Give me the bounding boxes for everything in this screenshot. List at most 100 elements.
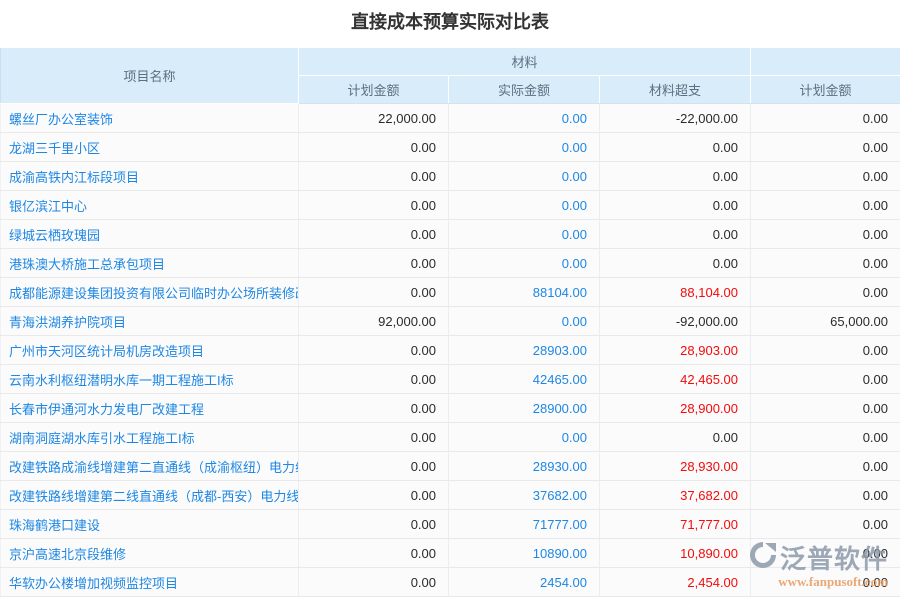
- plan-amount-cell: 0.00: [299, 162, 449, 191]
- project-name-link[interactable]: 长春市伊通河水力发电厂改建工程: [9, 402, 204, 417]
- project-name-link[interactable]: 成都能源建设集团投资有限公司临时办公场所装修改造: [9, 286, 299, 301]
- plan-amount-cell: 0.00: [299, 394, 449, 423]
- material-overspend-cell: 88,104.00: [600, 278, 751, 307]
- col-header-project-name: 项目名称: [1, 48, 299, 104]
- plan-amount-cell: 0.00: [299, 423, 449, 452]
- project-name-cell: 绿城云栖玫瑰园: [1, 220, 299, 249]
- project-name-link[interactable]: 青海洪湖养护院项目: [9, 315, 126, 330]
- project-name-link[interactable]: 改建铁路成渝线增建第二直通线（成渝枢纽）电力线: [9, 460, 299, 475]
- actual-amount-link[interactable]: 0.00: [449, 423, 600, 452]
- table-row: 龙湖三千里小区 0.00 0.00 0.00 0.00: [1, 133, 900, 162]
- material-overspend-cell: -22,000.00: [600, 104, 751, 133]
- plan-amount-2-cell: 0.00: [751, 278, 900, 307]
- material-overspend-cell: 28,903.00: [600, 336, 751, 365]
- actual-amount-link[interactable]: 71777.00: [449, 510, 600, 539]
- project-name-link[interactable]: 云南水利枢纽潜明水库一期工程施工I标: [9, 373, 234, 388]
- material-overspend-cell: 28,930.00: [600, 452, 751, 481]
- project-name-link[interactable]: 华软办公楼增加视频监控项目: [9, 576, 178, 591]
- project-name-cell: 珠海鹤港口建设: [1, 510, 299, 539]
- project-name-cell: 龙湖三千里小区: [1, 133, 299, 162]
- actual-amount-link[interactable]: 0.00: [449, 133, 600, 162]
- table-row: 绿城云栖玫瑰园 0.00 0.00 0.00 0.00: [1, 220, 900, 249]
- project-name-cell: 云南水利枢纽潜明水库一期工程施工I标: [1, 365, 299, 394]
- project-name-link[interactable]: 港珠澳大桥施工总承包项目: [9, 257, 165, 272]
- plan-amount-cell: 0.00: [299, 365, 449, 394]
- material-overspend-cell: 42,465.00: [600, 365, 751, 394]
- actual-amount-link[interactable]: 0.00: [449, 191, 600, 220]
- project-name-link[interactable]: 螺丝厂办公室装饰: [9, 112, 113, 127]
- actual-amount-link[interactable]: 10890.00: [449, 539, 600, 568]
- actual-amount-link[interactable]: 28900.00: [449, 394, 600, 423]
- material-overspend-cell: 0.00: [600, 162, 751, 191]
- table-row: 湖南洞庭湖水库引水工程施工I标 0.00 0.00 0.00 0.00: [1, 423, 900, 452]
- plan-amount-2-cell: 0.00: [751, 568, 900, 597]
- col-header-material-overspend: 材料超支: [600, 76, 751, 104]
- plan-amount-cell: 0.00: [299, 510, 449, 539]
- col-header-actual-amount: 实际金额: [449, 76, 600, 104]
- project-name-cell: 改建铁路线增建第二线直通线（成都-西安）电力线: [1, 481, 299, 510]
- material-overspend-cell: -92,000.00: [600, 307, 751, 336]
- actual-amount-link[interactable]: 0.00: [449, 249, 600, 278]
- project-name-link[interactable]: 京沪高速北京段维修: [9, 547, 126, 562]
- plan-amount-cell: 0.00: [299, 481, 449, 510]
- project-name-link[interactable]: 珠海鹤港口建设: [9, 518, 100, 533]
- project-name-cell: 螺丝厂办公室装饰: [1, 104, 299, 133]
- project-name-link[interactable]: 绿城云栖玫瑰园: [9, 228, 100, 243]
- table-row: 云南水利枢纽潜明水库一期工程施工I标 0.00 42465.00 42,465.…: [1, 365, 900, 394]
- actual-amount-link[interactable]: 28903.00: [449, 336, 600, 365]
- actual-amount-link[interactable]: 0.00: [449, 162, 600, 191]
- plan-amount-2-cell: 0.00: [751, 365, 900, 394]
- project-name-cell: 湖南洞庭湖水库引水工程施工I标: [1, 423, 299, 452]
- project-name-cell: 京沪高速北京段维修: [1, 539, 299, 568]
- table-row: 珠海鹤港口建设 0.00 71777.00 71,777.00 0.00: [1, 510, 900, 539]
- project-name-link[interactable]: 成渝高铁内江标段项目: [9, 170, 139, 185]
- plan-amount-2-cell: 0.00: [751, 336, 900, 365]
- project-name-cell: 青海洪湖养护院项目: [1, 307, 299, 336]
- plan-amount-2-cell: 0.00: [751, 481, 900, 510]
- plan-amount-cell: 0.00: [299, 220, 449, 249]
- plan-amount-2-cell: 0.00: [751, 510, 900, 539]
- plan-amount-2-cell: 0.00: [751, 104, 900, 133]
- plan-amount-cell: 0.00: [299, 191, 449, 220]
- cost-comparison-table: 项目名称 材料 计划金额 实际金额 材料超支 计划金额 螺丝厂办公室装饰 22,…: [0, 47, 900, 597]
- actual-amount-link[interactable]: 0.00: [449, 220, 600, 249]
- plan-amount-cell: 0.00: [299, 278, 449, 307]
- plan-amount-2-cell: 0.00: [751, 452, 900, 481]
- table-row: 改建铁路成渝线增建第二直通线（成渝枢纽）电力线 0.00 28930.00 28…: [1, 452, 900, 481]
- plan-amount-2-cell: 0.00: [751, 220, 900, 249]
- project-name-cell: 长春市伊通河水力发电厂改建工程: [1, 394, 299, 423]
- actual-amount-link[interactable]: 88104.00: [449, 278, 600, 307]
- material-overspend-cell: 0.00: [600, 423, 751, 452]
- plan-amount-2-cell: 0.00: [751, 162, 900, 191]
- project-name-link[interactable]: 改建铁路线增建第二线直通线（成都-西安）电力线: [9, 489, 299, 504]
- table-body: 螺丝厂办公室装饰 22,000.00 0.00 -22,000.00 0.00 …: [1, 104, 900, 597]
- project-name-link[interactable]: 广州市天河区统计局机房改造项目: [9, 344, 204, 359]
- table-row: 港珠澳大桥施工总承包项目 0.00 0.00 0.00 0.00: [1, 249, 900, 278]
- plan-amount-2-cell: 0.00: [751, 423, 900, 452]
- material-overspend-cell: 0.00: [600, 133, 751, 162]
- plan-amount-2-cell: 0.00: [751, 394, 900, 423]
- actual-amount-link[interactable]: 42465.00: [449, 365, 600, 394]
- material-overspend-cell: 10,890.00: [600, 539, 751, 568]
- actual-amount-link[interactable]: 37682.00: [449, 481, 600, 510]
- material-overspend-cell: 2,454.00: [600, 568, 751, 597]
- actual-amount-link[interactable]: 0.00: [449, 104, 600, 133]
- project-name-cell: 成都能源建设集团投资有限公司临时办公场所装修改造: [1, 278, 299, 307]
- plan-amount-2-cell: 65,000.00: [751, 307, 900, 336]
- table-row: 成都能源建设集团投资有限公司临时办公场所装修改造 0.00 88104.00 8…: [1, 278, 900, 307]
- plan-amount-2-cell: 0.00: [751, 191, 900, 220]
- plan-amount-cell: 0.00: [299, 336, 449, 365]
- project-name-link[interactable]: 银亿滨江中心: [9, 199, 87, 214]
- actual-amount-link[interactable]: 28930.00: [449, 452, 600, 481]
- table-row: 成渝高铁内江标段项目 0.00 0.00 0.00 0.00: [1, 162, 900, 191]
- project-name-cell: 改建铁路成渝线增建第二直通线（成渝枢纽）电力线: [1, 452, 299, 481]
- project-name-cell: 港珠澳大桥施工总承包项目: [1, 249, 299, 278]
- plan-amount-2-cell: 0.00: [751, 249, 900, 278]
- table-row: 螺丝厂办公室装饰 22,000.00 0.00 -22,000.00 0.00: [1, 104, 900, 133]
- plan-amount-cell: 22,000.00: [299, 104, 449, 133]
- actual-amount-link[interactable]: 0.00: [449, 307, 600, 336]
- project-name-link[interactable]: 湖南洞庭湖水库引水工程施工I标: [9, 431, 195, 446]
- project-name-cell: 广州市天河区统计局机房改造项目: [1, 336, 299, 365]
- project-name-link[interactable]: 龙湖三千里小区: [9, 141, 100, 156]
- actual-amount-link[interactable]: 2454.00: [449, 568, 600, 597]
